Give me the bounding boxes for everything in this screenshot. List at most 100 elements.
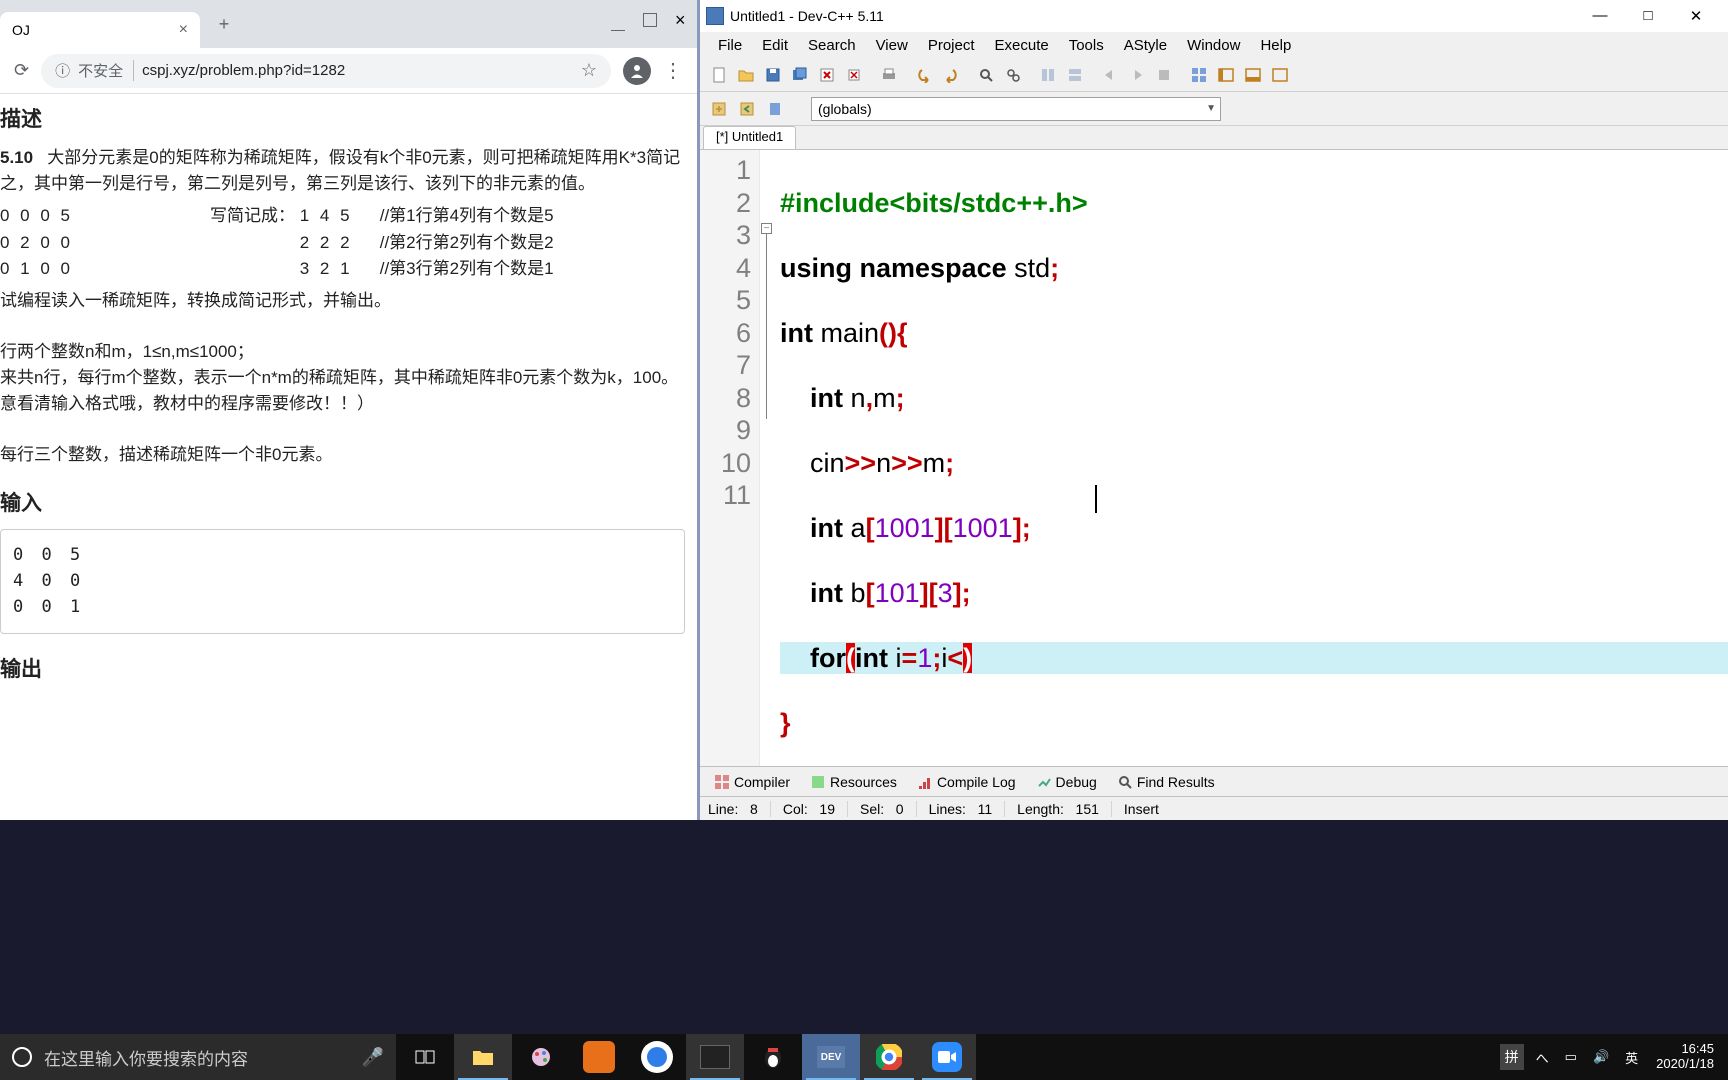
tab-debug[interactable]: Debug — [1028, 772, 1105, 792]
menu-help[interactable]: Help — [1250, 37, 1301, 54]
close-icon[interactable]: × — [179, 21, 188, 39]
url-input[interactable]: ⓘ 不安全 cspj.xyz/problem.php?id=1282 ☆ — [41, 54, 611, 88]
input-spec: 意看清输入格式哦，教材中的程序需要修改！！） — [0, 391, 685, 417]
bottom-tabs: Compiler Resources Compile Log Debug Fin… — [700, 766, 1728, 796]
panel2-icon[interactable] — [1240, 62, 1265, 87]
menu-tools[interactable]: Tools — [1059, 37, 1114, 54]
bookmark-toggle-icon[interactable] — [762, 96, 787, 121]
back-icon[interactable] — [734, 96, 759, 121]
bookmark-icon[interactable]: ☆ — [581, 60, 597, 81]
tab-compiler[interactable]: Compiler — [706, 772, 798, 792]
text-cursor — [1095, 485, 1097, 513]
panel3-icon[interactable] — [1267, 62, 1292, 87]
terminal-icon[interactable] — [686, 1034, 744, 1080]
debug-stop-icon[interactable] — [1151, 62, 1176, 87]
fold-icon[interactable]: − — [761, 223, 772, 234]
problem-intro: 5.10 大部分元素是0的矩阵称为稀疏矩阵，假设有k个非0元素，则可把稀疏矩阵用… — [0, 145, 685, 198]
explorer-icon[interactable] — [454, 1034, 512, 1080]
cortana-icon — [12, 1047, 32, 1067]
app-icon — [706, 7, 724, 25]
scope-combo[interactable]: (globals) ▼ — [811, 97, 1221, 121]
fold-column: − — [760, 150, 774, 766]
new-file-icon[interactable] — [706, 62, 731, 87]
statusbar: Line: 8 Col: 19 Sel: 0 Lines: 11 Length:… — [700, 796, 1728, 820]
ime-lang[interactable]: 英 — [1617, 1048, 1646, 1067]
ime-indicator[interactable]: 拼 — [1500, 1044, 1524, 1070]
browser-window-controls: × — [611, 0, 689, 40]
close-all-icon[interactable] — [841, 62, 866, 87]
close-file-icon[interactable] — [814, 62, 839, 87]
app-penguin-icon[interactable] — [744, 1034, 802, 1080]
app-orange-icon[interactable] — [570, 1034, 628, 1080]
app-blue-icon[interactable] — [628, 1034, 686, 1080]
reload-icon[interactable]: ⟳ — [14, 60, 29, 81]
volume-icon[interactable]: 🔊 — [1585, 1049, 1617, 1065]
insecure-label: 不安全 — [78, 60, 134, 81]
devcpp-taskbar-icon[interactable]: DEV — [802, 1034, 860, 1080]
minimize-icon[interactable]: — — [1586, 7, 1614, 25]
undo-icon[interactable] — [911, 62, 936, 87]
tab-resources[interactable]: Resources — [802, 772, 905, 792]
maximize-icon[interactable] — [643, 13, 657, 27]
browser-tab[interactable]: OJ × — [0, 12, 200, 48]
save-all-icon[interactable] — [787, 62, 812, 87]
run-icon[interactable] — [1062, 62, 1087, 87]
menu-view[interactable]: View — [866, 37, 918, 54]
panel-icon[interactable] — [1213, 62, 1238, 87]
minimize-icon[interactable] — [611, 17, 625, 31]
file-tab[interactable]: [*] Untitled1 — [703, 126, 796, 149]
menu-icon[interactable]: ⋮ — [663, 58, 683, 83]
input-spec: 来共n行，每行m个整数，表示一个n*m的稀疏矩阵，其中稀疏矩阵非0元素个数为k，… — [0, 365, 685, 391]
clock[interactable]: 16:45 2020/1/18 — [1646, 1042, 1724, 1072]
code-area[interactable]: #include<bits/stdc++.h> using namespace … — [774, 150, 1728, 766]
info-icon: ⓘ — [55, 60, 70, 81]
tab-find-results[interactable]: Find Results — [1109, 772, 1223, 792]
save-icon[interactable] — [760, 62, 785, 87]
browser-tabbar: OJ × + × — [0, 0, 697, 48]
goto-icon[interactable] — [706, 96, 731, 121]
system-tray: 拼 へ ▭ 🔊 英 16:45 2020/1/18 — [1500, 1034, 1728, 1080]
find-icon[interactable] — [973, 62, 998, 87]
new-tab-button[interactable]: + — [210, 10, 238, 38]
replace-icon[interactable] — [1000, 62, 1025, 87]
menu-edit[interactable]: Edit — [752, 37, 798, 54]
maximize-icon[interactable]: □ — [1634, 7, 1662, 25]
chevron-down-icon: ▼ — [1206, 103, 1216, 114]
debug-back-icon[interactable] — [1097, 62, 1122, 87]
zoom-icon[interactable] — [918, 1034, 976, 1080]
section-sample-input: 输入 — [0, 488, 685, 521]
taskbar-search[interactable]: 在这里输入你要搜索的内容 🎤 — [0, 1034, 396, 1080]
battery-icon[interactable]: ▭ — [1557, 1049, 1585, 1065]
close-icon[interactable]: ✕ — [1682, 7, 1710, 25]
tab-compile-log[interactable]: Compile Log — [909, 772, 1024, 792]
section-description: 描述 — [0, 104, 685, 137]
menu-project[interactable]: Project — [918, 37, 985, 54]
close-icon[interactable]: × — [675, 13, 689, 27]
code-editor[interactable]: 1234567891011 − #include<bits/stdc++.h> … — [700, 150, 1728, 766]
taskbar: 在这里输入你要搜索的内容 🎤 DEV 拼 へ ▭ 🔊 英 16:45 2020/… — [0, 1034, 1728, 1080]
menu-file[interactable]: File — [708, 37, 752, 54]
redo-icon[interactable] — [938, 62, 963, 87]
grid-icon[interactable] — [1186, 62, 1211, 87]
tray-chevron-icon[interactable]: へ — [1528, 1048, 1557, 1067]
toolbar-main — [700, 58, 1728, 92]
open-file-icon[interactable] — [733, 62, 758, 87]
input-spec: 行两个整数n和m，1≤n,m≤1000； — [0, 339, 685, 365]
menubar: File Edit Search View Project Execute To… — [700, 32, 1728, 58]
menu-execute[interactable]: Execute — [985, 37, 1059, 54]
search-placeholder: 在这里输入你要搜索的内容 — [44, 1045, 248, 1070]
page-content[interactable]: 描述 5.10 大部分元素是0的矩阵称为稀疏矩阵，假设有k个非0元素，则可把稀疏… — [0, 94, 697, 820]
mic-icon[interactable]: 🎤 — [362, 1047, 384, 1068]
debug-fwd-icon[interactable] — [1124, 62, 1149, 87]
menu-window[interactable]: Window — [1177, 37, 1250, 54]
chrome-icon[interactable] — [860, 1034, 918, 1080]
menu-search[interactable]: Search — [798, 37, 866, 54]
menu-astyle[interactable]: AStyle — [1114, 37, 1177, 54]
profile-icon[interactable] — [623, 57, 651, 85]
paint-icon[interactable] — [512, 1034, 570, 1080]
compile-icon[interactable] — [1035, 62, 1060, 87]
task-view-icon[interactable] — [396, 1034, 454, 1080]
print-icon[interactable] — [876, 62, 901, 87]
problem-task: 试编程读入一稀疏矩阵，转换成简记形式，并输出。 — [0, 288, 685, 314]
sample-input-box: 0 0 5 4 0 0 0 0 1 — [0, 529, 685, 634]
